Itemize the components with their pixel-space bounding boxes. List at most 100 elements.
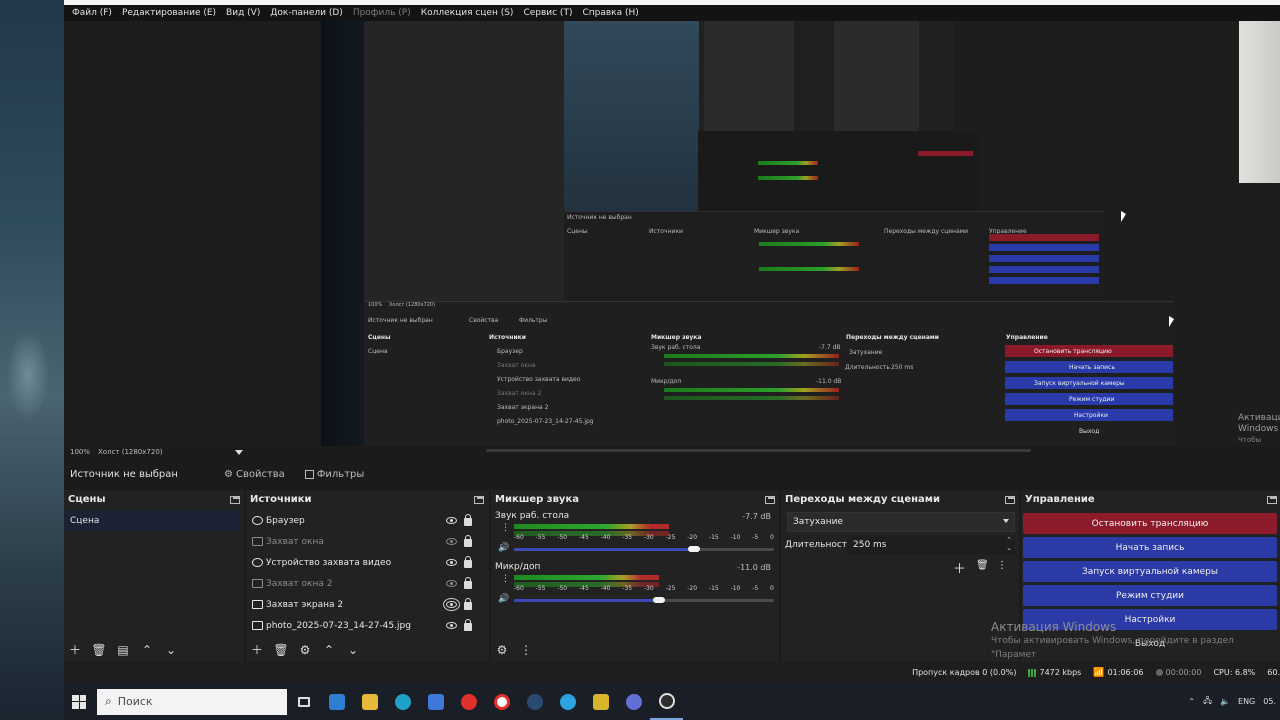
volume-slider-knob[interactable]	[653, 597, 665, 603]
remove-source-button[interactable]: 🗑	[273, 643, 288, 657]
tray-chevron-up-icon[interactable]: ⌃	[1188, 697, 1195, 706]
taskbar-search[interactable]: ⌕ Поиск	[97, 688, 287, 715]
network-icon[interactable]: 🖧	[1203, 695, 1212, 709]
nested-text: Длительность	[845, 364, 890, 371]
channel-menu-icon[interactable]: ⋮	[501, 524, 510, 533]
volume-icon[interactable]: 🔈	[1220, 697, 1230, 706]
start-recording-button[interactable]: Начать запись	[1023, 537, 1277, 558]
source-row[interactable]: Устройство захвата видео	[252, 552, 472, 573]
menu-tools[interactable]: Сервис (T)	[518, 8, 577, 18]
yandex-browser-app[interactable]	[485, 683, 518, 720]
clock-fragment[interactable]: 05.	[1263, 697, 1276, 706]
move-up-button[interactable]: ⌃	[140, 643, 154, 657]
menu-file[interactable]: Файл (F)	[67, 8, 117, 18]
visibility-eye-icon[interactable]	[446, 622, 457, 629]
studio-mode-button[interactable]: Режим студии	[1023, 585, 1277, 606]
steam-app[interactable]	[518, 683, 551, 720]
canvas-dropdown-icon[interactable]	[234, 449, 243, 455]
meter-tick-label: -15	[708, 534, 719, 541]
telegram-app[interactable]	[551, 683, 584, 720]
undock-icon[interactable]	[230, 496, 240, 504]
meter-tick-label: -20	[687, 585, 698, 592]
visibility-eye-icon[interactable]	[446, 559, 457, 566]
start-button[interactable]	[64, 683, 94, 720]
menu-docks[interactable]: Док-панели (D)	[265, 8, 347, 18]
undock-icon[interactable]	[765, 496, 775, 504]
language-indicator[interactable]: ENG	[1238, 697, 1255, 706]
move-down-button[interactable]: ⌄	[164, 643, 178, 657]
lock-icon[interactable]	[464, 556, 472, 568]
undock-icon[interactable]	[474, 496, 484, 504]
menu-view[interactable]: Вид (V)	[221, 8, 265, 18]
lock-icon[interactable]	[464, 619, 472, 631]
transition-select[interactable]: Затухание	[787, 512, 1015, 532]
yandex-app[interactable]	[452, 683, 485, 720]
undock-icon[interactable]	[1267, 496, 1277, 504]
lock-icon[interactable]	[464, 514, 472, 526]
undock-icon[interactable]	[1005, 496, 1015, 504]
nested-recursion-large: 100% Холст (1280x720) Источник не выбран…	[364, 301, 1174, 446]
scene-item[interactable]: Сцена	[64, 510, 240, 531]
remove-scene-button[interactable]: 🗑	[91, 643, 106, 657]
visibility-eye-icon[interactable]	[446, 517, 457, 524]
task-view-button[interactable]	[287, 683, 320, 720]
source-row[interactable]: Браузер	[252, 510, 472, 531]
preview-horizontal-scrollbar[interactable]	[486, 449, 1031, 452]
mixer-title: Микшер звука	[495, 494, 579, 505]
preview-canvas[interactable]: Источник не выбран Сцены Источники Микше…	[321, 21, 1280, 446]
source-row[interactable]: Захват окна	[252, 531, 472, 552]
add-transition-button[interactable]: ＋	[953, 558, 966, 577]
nested-text: Остановить трансляцию	[1034, 348, 1112, 355]
source-row[interactable]: Захват экрана 2	[252, 594, 472, 615]
move-up-button[interactable]: ⌃	[322, 643, 336, 657]
preview-area: Источник не выбран Сцены Источники Микше…	[64, 21, 1280, 446]
mixer-menu-icon[interactable]: ⋮	[519, 643, 533, 657]
advanced-audio-gear-icon[interactable]: ⚙	[495, 643, 509, 657]
stop-stream-button[interactable]: Остановить трансляцию	[1023, 513, 1277, 534]
hidden-eye-icon[interactable]	[446, 538, 457, 545]
move-down-button[interactable]: ⌄	[346, 643, 360, 657]
filters-button[interactable]: Фильтры	[295, 469, 374, 480]
volume-slider-knob[interactable]	[688, 546, 700, 552]
speaker-icon[interactable]: 🔊	[498, 543, 509, 553]
hidden-eye-icon[interactable]	[446, 580, 457, 587]
source-settings-gear-icon[interactable]: ⚙	[298, 643, 312, 657]
properties-label: Свойства	[235, 469, 285, 480]
edge-app[interactable]	[386, 683, 419, 720]
source-row[interactable]: photo_2025-07-23_14-27-45.jpg	[252, 615, 472, 636]
source-row[interactable]: Захват окна 2	[252, 573, 472, 594]
spin-arrows-icon[interactable]: ⌃ ⌄	[1006, 536, 1012, 552]
explorer-app[interactable]	[353, 683, 386, 720]
channel-menu-icon[interactable]: ⋮	[501, 575, 510, 584]
meter-tick-label: -45	[578, 585, 589, 592]
meter-tick-label: -5	[752, 585, 759, 592]
lock-icon[interactable]	[464, 535, 472, 547]
add-source-button[interactable]: ＋	[250, 643, 264, 657]
mail-app[interactable]	[419, 683, 452, 720]
remove-transition-button[interactable]: 🗑	[976, 560, 989, 571]
discord-app[interactable]	[617, 683, 650, 720]
transition-menu-icon[interactable]: ⋮	[997, 560, 1007, 571]
visibility-eye-icon[interactable]	[443, 598, 460, 611]
menu-profile[interactable]: Профиль (P)	[348, 8, 416, 18]
virtual-camera-button[interactable]: Запуск виртуальной камеры	[1023, 561, 1277, 582]
bitrate-status: 7472 kbps	[1028, 668, 1081, 677]
properties-button[interactable]: ⚙ Свойства	[214, 469, 295, 480]
menu-help[interactable]: Справка (H)	[577, 8, 643, 18]
nested-text: Микр/доп	[651, 378, 682, 385]
lock-icon[interactable]	[464, 598, 472, 610]
store-app[interactable]	[320, 683, 353, 720]
menu-scene-collection[interactable]: Коллекция сцен (S)	[416, 8, 519, 18]
scene-filters-button[interactable]: ▤	[116, 643, 130, 657]
meter-scale: -60 -55 -50 -45 -40 -35 -30 -25 -20 -15 -10 -5 0	[514, 534, 774, 541]
game-app[interactable]	[584, 683, 617, 720]
speaker-icon[interactable]: 🔊	[498, 594, 509, 604]
obs-app[interactable]	[650, 683, 683, 720]
canvas-size-label[interactable]: Холст (1280x720)	[98, 448, 162, 456]
obs-icon	[658, 692, 675, 709]
window-capture-icon	[252, 537, 263, 546]
duration-spinbox[interactable]: 250 ms ⌃ ⌄	[847, 536, 1015, 554]
lock-icon[interactable]	[464, 577, 472, 589]
menu-edit[interactable]: Редактирование (E)	[117, 8, 221, 18]
add-scene-button[interactable]: ＋	[68, 643, 82, 657]
